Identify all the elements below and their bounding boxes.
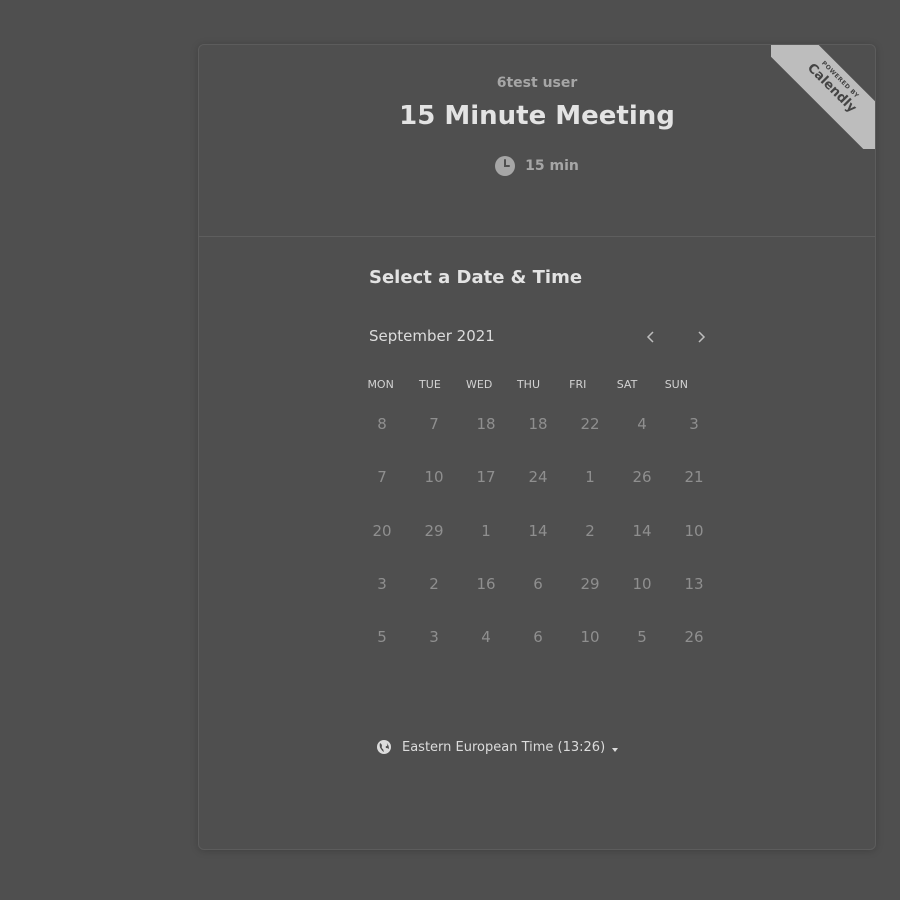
- calendar-week: 5 3 4 6 10 5 26: [356, 622, 720, 675]
- calendar-day: 6: [533, 574, 543, 593]
- calendar-day: 4: [481, 628, 491, 646]
- calendar-week: 20 29 1 14 2 14 10: [356, 516, 720, 569]
- calendar-day: 10: [684, 521, 704, 540]
- calendar-day: 29: [580, 574, 600, 593]
- calendar-day: 7: [429, 415, 439, 433]
- powered-by-ribbon: POWERED BY Calendly: [771, 45, 875, 149]
- caret-down-icon: [611, 743, 619, 752]
- calendar-week: 7 10 17 24 1 26 21: [356, 462, 720, 515]
- calendar-day: 10: [424, 468, 444, 487]
- calendar-day: 6: [533, 628, 543, 646]
- weekday-label: FRI: [569, 378, 587, 391]
- calendar-day: 2: [585, 521, 595, 540]
- weekday-label: THU: [516, 378, 540, 391]
- next-month-button[interactable]: [689, 325, 713, 349]
- calendar-day: 5: [377, 628, 387, 646]
- calendar-day: 5: [637, 628, 647, 646]
- calendar-grid: 8 7 18 18 22 4 3 7 10 17 24 1 26 21 20 2…: [356, 409, 720, 675]
- month-navigation: September 2021: [369, 325, 714, 349]
- clock-icon: [495, 156, 516, 176]
- weekday-label: TUE: [419, 378, 441, 391]
- booking-card: 6test user 15 Minute Meeting 15 min POWE…: [198, 44, 876, 850]
- calendar-day: 29: [424, 521, 444, 540]
- calendar-week: 3 2 16 6 29 10 13: [356, 569, 720, 622]
- weekday-label: SUN: [664, 378, 688, 391]
- scheduler-body: Select a Date & Time September 2021 MON …: [367, 267, 714, 755]
- weekday-label: MON: [367, 378, 394, 391]
- chevron-left-icon: [646, 331, 654, 343]
- timezone-label: Eastern European Time (13:26): [402, 739, 606, 755]
- calendar-day: 18: [528, 415, 548, 433]
- calendar-day: 10: [632, 574, 652, 593]
- calendar-day: 7: [377, 468, 387, 487]
- weekday-header: MON TUE WED THU FRI SAT SUN: [367, 378, 714, 391]
- event-duration: 15 min: [199, 156, 875, 176]
- calendar-day: 3: [429, 628, 439, 646]
- calendar-day: 3: [377, 574, 387, 593]
- calendar-day: 16: [476, 574, 496, 593]
- calendar-week: 8 7 18 18 22 4 3: [356, 409, 720, 462]
- calendar-day: 3: [689, 415, 699, 433]
- calendar-day: 14: [632, 521, 652, 540]
- calendar-day: 14: [528, 521, 548, 540]
- previous-month-button[interactable]: [639, 325, 663, 349]
- calendar-day: 17: [476, 468, 496, 487]
- event-header: 6test user 15 Minute Meeting 15 min POWE…: [199, 45, 875, 237]
- month-label: September 2021: [369, 327, 495, 345]
- calendar-day: 8: [377, 415, 387, 433]
- calendar-day: 1: [585, 468, 595, 487]
- calendar-day: 18: [476, 415, 496, 433]
- duration-label: 15 min: [525, 158, 579, 174]
- calendar-day: 22: [580, 415, 600, 433]
- calendar-day: 24: [528, 468, 548, 487]
- weekday-label: WED: [466, 378, 493, 391]
- calendar-day: 13: [684, 574, 704, 593]
- calendar-day: 1: [481, 521, 491, 540]
- globe-icon: [376, 739, 392, 755]
- calendar-day: 2: [429, 574, 439, 593]
- calendar-day: 4: [637, 415, 647, 433]
- weekday-label: SAT: [616, 378, 638, 391]
- calendar-day: 26: [632, 468, 652, 487]
- powered-by-badge[interactable]: POWERED BY Calendly: [771, 45, 875, 149]
- calendar-day: 10: [580, 628, 600, 646]
- section-title: Select a Date & Time: [369, 267, 583, 288]
- calendar-day: 26: [684, 628, 704, 646]
- calendar-day: 20: [372, 521, 392, 540]
- chevron-right-icon: [698, 331, 706, 343]
- calendar-day: 21: [684, 468, 704, 487]
- timezone-selector[interactable]: Eastern European Time (13:26): [376, 739, 619, 755]
